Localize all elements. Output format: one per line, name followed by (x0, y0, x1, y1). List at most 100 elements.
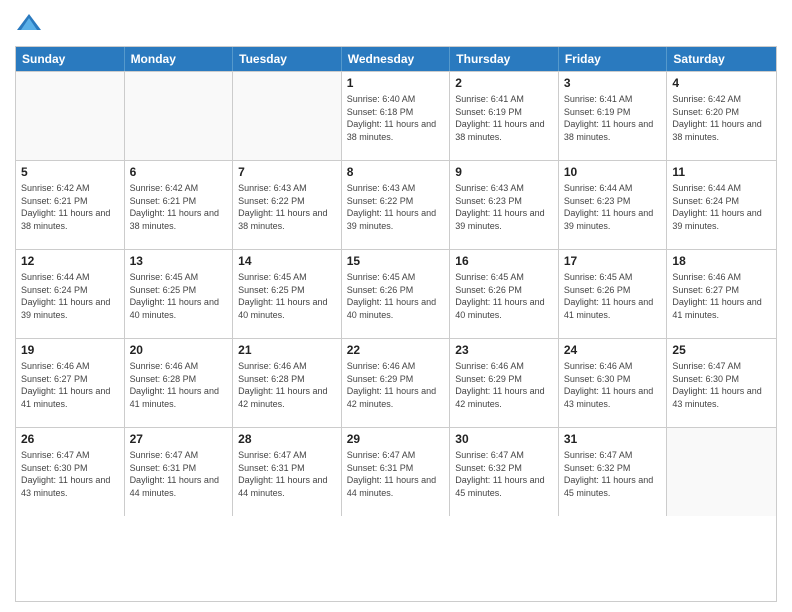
day-info: Sunrise: 6:43 AMSunset: 6:22 PMDaylight:… (238, 182, 336, 232)
weekday-header-wednesday: Wednesday (342, 47, 451, 71)
day-info: Sunrise: 6:46 AMSunset: 6:27 PMDaylight:… (21, 360, 119, 410)
weekday-header-sunday: Sunday (16, 47, 125, 71)
day-number: 23 (455, 343, 553, 357)
day-info: Sunrise: 6:47 AMSunset: 6:32 PMDaylight:… (455, 449, 553, 499)
day-number: 16 (455, 254, 553, 268)
day-number: 3 (564, 76, 662, 90)
day-number: 11 (672, 165, 771, 179)
logo-icon (15, 10, 43, 38)
calendar-cell: 5 Sunrise: 6:42 AMSunset: 6:21 PMDaylight… (16, 161, 125, 249)
calendar-cell: 3 Sunrise: 6:41 AMSunset: 6:19 PMDaylight… (559, 72, 668, 160)
calendar-row-4: 26 Sunrise: 6:47 AMSunset: 6:30 PMDayligh… (16, 427, 776, 516)
calendar-cell: 31 Sunrise: 6:47 AMSunset: 6:32 PMDayligh… (559, 428, 668, 516)
calendar-cell: 19 Sunrise: 6:46 AMSunset: 6:27 PMDayligh… (16, 339, 125, 427)
day-info: Sunrise: 6:46 AMSunset: 6:28 PMDaylight:… (238, 360, 336, 410)
calendar-cell (667, 428, 776, 516)
calendar-cell: 17 Sunrise: 6:45 AMSunset: 6:26 PMDayligh… (559, 250, 668, 338)
day-number: 25 (672, 343, 771, 357)
day-info: Sunrise: 6:46 AMSunset: 6:30 PMDaylight:… (564, 360, 662, 410)
day-info: Sunrise: 6:45 AMSunset: 6:26 PMDaylight:… (564, 271, 662, 321)
day-info: Sunrise: 6:41 AMSunset: 6:19 PMDaylight:… (455, 93, 553, 143)
day-info: Sunrise: 6:45 AMSunset: 6:25 PMDaylight:… (238, 271, 336, 321)
day-number: 5 (21, 165, 119, 179)
calendar-cell: 24 Sunrise: 6:46 AMSunset: 6:30 PMDayligh… (559, 339, 668, 427)
calendar-cell: 13 Sunrise: 6:45 AMSunset: 6:25 PMDayligh… (125, 250, 234, 338)
calendar-cell: 6Sunrise: 6:42 AMSunset: 6:21 PMDaylight… (125, 161, 234, 249)
weekday-header-monday: Monday (125, 47, 234, 71)
day-info: Sunrise: 6:42 AMSunset: 6:21 PMDaylight:… (130, 182, 228, 232)
day-number: 10 (564, 165, 662, 179)
day-info: Sunrise: 6:45 AMSunset: 6:26 PMDaylight:… (347, 271, 445, 321)
day-info: Sunrise: 6:41 AMSunset: 6:19 PMDaylight:… (564, 93, 662, 143)
day-number: 12 (21, 254, 119, 268)
calendar-cell: 7Sunrise: 6:43 AMSunset: 6:22 PMDaylight… (233, 161, 342, 249)
day-number: 4 (672, 76, 771, 90)
day-info: Sunrise: 6:44 AMSunset: 6:23 PMDaylight:… (564, 182, 662, 232)
day-info: Sunrise: 6:47 AMSunset: 6:31 PMDaylight:… (347, 449, 445, 499)
day-number: 20 (130, 343, 228, 357)
day-info: Sunrise: 6:42 AMSunset: 6:21 PMDaylight:… (21, 182, 119, 232)
calendar-cell: 20 Sunrise: 6:46 AMSunset: 6:28 PMDayligh… (125, 339, 234, 427)
calendar-cell: 9 Sunrise: 6:43 AMSunset: 6:23 PMDaylight… (450, 161, 559, 249)
weekday-header-friday: Friday (559, 47, 668, 71)
calendar-cell: 21 Sunrise: 6:46 AMSunset: 6:28 PMDayligh… (233, 339, 342, 427)
day-number: 30 (455, 432, 553, 446)
day-number: 17 (564, 254, 662, 268)
day-number: 18 (672, 254, 771, 268)
day-number: 21 (238, 343, 336, 357)
day-number: 8 (347, 165, 445, 179)
day-info: Sunrise: 6:47 AMSunset: 6:31 PMDaylight:… (238, 449, 336, 499)
calendar-cell: 12Sunrise: 6:44 AMSunset: 6:24 PMDayligh… (16, 250, 125, 338)
day-info: Sunrise: 6:47 AMSunset: 6:30 PMDaylight:… (672, 360, 771, 410)
day-info: Sunrise: 6:43 AMSunset: 6:22 PMDaylight:… (347, 182, 445, 232)
calendar-header: SundayMondayTuesdayWednesdayThursdayFrid… (16, 47, 776, 71)
day-number: 26 (21, 432, 119, 446)
calendar-row-1: 5 Sunrise: 6:42 AMSunset: 6:21 PMDaylight… (16, 160, 776, 249)
calendar-cell: 26 Sunrise: 6:47 AMSunset: 6:30 PMDayligh… (16, 428, 125, 516)
day-info: Sunrise: 6:44 AMSunset: 6:24 PMDaylight:… (672, 182, 771, 232)
calendar-cell: 11 Sunrise: 6:44 AMSunset: 6:24 PMDayligh… (667, 161, 776, 249)
calendar-cell: 4 Sunrise: 6:42 AMSunset: 6:20 PMDaylight… (667, 72, 776, 160)
day-number: 2 (455, 76, 553, 90)
calendar-cell: 29 Sunrise: 6:47 AMSunset: 6:31 PMDayligh… (342, 428, 451, 516)
calendar-cell: 16Sunrise: 6:45 AMSunset: 6:26 PMDayligh… (450, 250, 559, 338)
calendar-cell (16, 72, 125, 160)
weekday-header-saturday: Saturday (667, 47, 776, 71)
calendar-cell: 30 Sunrise: 6:47 AMSunset: 6:32 PMDayligh… (450, 428, 559, 516)
calendar-cell (125, 72, 234, 160)
header (15, 10, 777, 38)
day-number: 31 (564, 432, 662, 446)
day-number: 9 (455, 165, 553, 179)
calendar-body: 1Sunrise: 6:40 AMSunset: 6:18 PMDaylight… (16, 71, 776, 516)
calendar-cell: 18Sunrise: 6:46 AMSunset: 6:27 PMDayligh… (667, 250, 776, 338)
day-info: Sunrise: 6:42 AMSunset: 6:20 PMDaylight:… (672, 93, 771, 143)
day-number: 24 (564, 343, 662, 357)
day-number: 27 (130, 432, 228, 446)
day-number: 19 (21, 343, 119, 357)
calendar-row-0: 1Sunrise: 6:40 AMSunset: 6:18 PMDaylight… (16, 71, 776, 160)
calendar-cell: 23Sunrise: 6:46 AMSunset: 6:29 PMDayligh… (450, 339, 559, 427)
calendar-cell: 28 Sunrise: 6:47 AMSunset: 6:31 PMDayligh… (233, 428, 342, 516)
page: SundayMondayTuesdayWednesdayThursdayFrid… (0, 0, 792, 612)
day-info: Sunrise: 6:46 AMSunset: 6:28 PMDaylight:… (130, 360, 228, 410)
calendar-cell: 14 Sunrise: 6:45 AMSunset: 6:25 PMDayligh… (233, 250, 342, 338)
day-info: Sunrise: 6:46 AMSunset: 6:29 PMDaylight:… (347, 360, 445, 410)
day-info: Sunrise: 6:43 AMSunset: 6:23 PMDaylight:… (455, 182, 553, 232)
day-number: 29 (347, 432, 445, 446)
day-number: 13 (130, 254, 228, 268)
day-number: 28 (238, 432, 336, 446)
weekday-header-tuesday: Tuesday (233, 47, 342, 71)
calendar-cell: 25 Sunrise: 6:47 AMSunset: 6:30 PMDayligh… (667, 339, 776, 427)
day-info: Sunrise: 6:47 AMSunset: 6:31 PMDaylight:… (130, 449, 228, 499)
day-info: Sunrise: 6:47 AMSunset: 6:30 PMDaylight:… (21, 449, 119, 499)
calendar-cell: 8 Sunrise: 6:43 AMSunset: 6:22 PMDaylight… (342, 161, 451, 249)
calendar-cell: 27 Sunrise: 6:47 AMSunset: 6:31 PMDayligh… (125, 428, 234, 516)
weekday-header-thursday: Thursday (450, 47, 559, 71)
day-number: 14 (238, 254, 336, 268)
day-info: Sunrise: 6:47 AMSunset: 6:32 PMDaylight:… (564, 449, 662, 499)
calendar-row-3: 19 Sunrise: 6:46 AMSunset: 6:27 PMDayligh… (16, 338, 776, 427)
day-number: 1 (347, 76, 445, 90)
calendar-cell: 15Sunrise: 6:45 AMSunset: 6:26 PMDayligh… (342, 250, 451, 338)
calendar-cell: 22Sunrise: 6:46 AMSunset: 6:29 PMDayligh… (342, 339, 451, 427)
day-info: Sunrise: 6:45 AMSunset: 6:25 PMDaylight:… (130, 271, 228, 321)
